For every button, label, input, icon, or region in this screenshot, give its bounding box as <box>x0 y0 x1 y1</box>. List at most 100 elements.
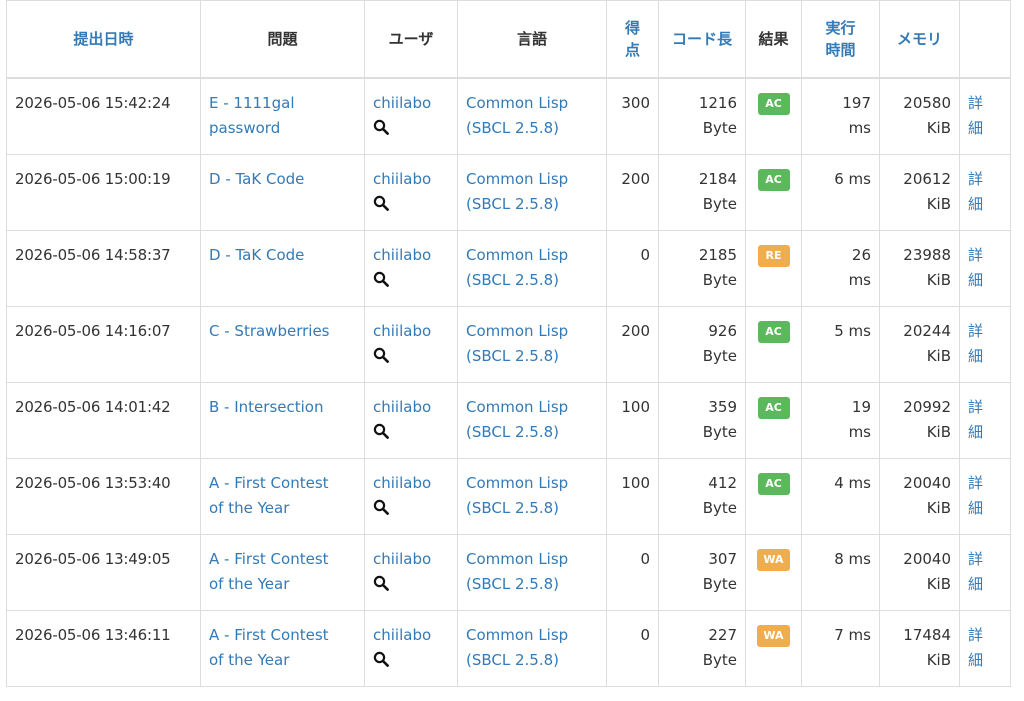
problem-link[interactable]: E - 1111gal password <box>209 94 294 137</box>
language-link-line-2: (SBCL 2.5.8) <box>466 270 560 289</box>
search-icon[interactable] <box>373 422 389 439</box>
user-link[interactable]: chiilabo <box>373 547 449 572</box>
submission-date: 2026-05-06 15:42:24 <box>6 77 201 155</box>
table-row: 2026-05-06 13:53:40 A - First Contest of … <box>6 457 1011 535</box>
score-cell: 0 <box>606 533 659 611</box>
user-link[interactable]: chiilabo <box>373 471 449 496</box>
problem-link[interactable]: A - First Contest of the Year <box>209 626 329 669</box>
problem-link[interactable]: D - TaK Code <box>209 246 304 264</box>
problem-link[interactable]: D - TaK Code <box>209 170 304 188</box>
exec-time-value: 5 ms <box>834 321 871 340</box>
submission-date: 2026-05-06 13:46:11 <box>6 609 201 687</box>
detail-link-line-1: 詳 <box>968 625 984 644</box>
detail-link[interactable]: 詳細 <box>968 243 986 293</box>
detail-link[interactable]: 詳細 <box>968 395 986 445</box>
user-link-text: chiilabo <box>373 625 432 644</box>
header-user-label: ユーザ <box>388 30 434 48</box>
detail-link-line-1: 詳 <box>968 94 984 112</box>
exec-time-cell: 8 ms <box>801 533 880 611</box>
code-length-unit: Byte <box>702 650 737 669</box>
score-text: 200 <box>621 169 650 188</box>
header-submitted-at[interactable]: 提出日時 <box>6 0 201 79</box>
language-link[interactable]: Common Lisp (SBCL 2.5.8) <box>466 94 568 137</box>
user-link[interactable]: chiilabo <box>373 91 449 116</box>
problem-link[interactable]: A - First Contest of the Year <box>209 550 329 593</box>
header-code-length[interactable]: コード長 <box>658 0 746 79</box>
language-link[interactable]: Common Lisp (SBCL 2.5.8) <box>466 170 568 213</box>
table-row: 2026-05-06 13:46:11 A - First Contest of … <box>6 609 1011 687</box>
language-link[interactable]: Common Lisp (SBCL 2.5.8) <box>466 626 568 669</box>
detail-link[interactable]: 詳細 <box>968 319 986 369</box>
detail-cell: 詳細 <box>959 533 1011 611</box>
detail-link[interactable]: 詳細 <box>968 167 986 217</box>
submission-date: 2026-05-06 13:49:05 <box>6 533 201 611</box>
problem-link[interactable]: A - First Contest of the Year <box>209 474 329 517</box>
detail-link-line-1: 詳 <box>968 169 984 188</box>
problem-link-line-1: A - First Contest <box>209 473 329 492</box>
detail-link[interactable]: 詳細 <box>968 471 986 521</box>
search-icon[interactable] <box>373 270 389 287</box>
code-length-cell: 2184 Byte <box>658 153 746 231</box>
search-icon[interactable] <box>373 194 389 211</box>
search-icon[interactable] <box>373 574 389 591</box>
score-cell: 100 <box>606 381 659 459</box>
detail-link[interactable]: 詳細 <box>968 623 986 673</box>
user-link[interactable]: chiilabo <box>373 319 449 344</box>
detail-link[interactable]: 詳細 <box>968 91 986 141</box>
problem-link[interactable]: B - Intersection <box>209 398 323 416</box>
problem-cell: A - First Contest of the Year <box>200 533 365 611</box>
user-cell: chiilabo <box>364 229 458 307</box>
language-link-line-1: Common Lisp <box>466 473 569 492</box>
language-link-line-2: (SBCL 2.5.8) <box>466 346 560 365</box>
exec-time-unit: ms <box>848 422 871 441</box>
problem-cell: A - First Contest of the Year <box>200 457 365 535</box>
header-exec-time-label-1: 実行 <box>825 19 856 37</box>
detail-link[interactable]: 詳細 <box>968 547 986 597</box>
detail-link-line-2: 細 <box>968 119 984 137</box>
search-icon[interactable] <box>373 346 389 363</box>
header-exec-time[interactable]: 実行 時間 <box>801 0 880 79</box>
header-submitted-at-label: 提出日時 <box>73 30 134 48</box>
language-link-line-1: Common Lisp <box>466 169 569 188</box>
status-badge: WA <box>757 548 790 571</box>
table-row: 2026-05-06 13:49:05 A - First Contest of … <box>6 533 1011 611</box>
search-icon[interactable] <box>373 118 389 135</box>
search-icon[interactable] <box>373 650 389 667</box>
user-link[interactable]: chiilabo <box>373 395 449 420</box>
user-link[interactable]: chiilabo <box>373 243 449 268</box>
memory-unit: KiB <box>926 574 951 593</box>
user-link[interactable]: chiilabo <box>373 623 449 648</box>
code-length-unit: Byte <box>702 346 737 365</box>
result-cell: WA <box>745 609 802 687</box>
result-cell: WA <box>745 533 802 611</box>
memory-value: 17484 <box>903 625 951 644</box>
language-link[interactable]: Common Lisp (SBCL 2.5.8) <box>466 398 568 441</box>
language-link[interactable]: Common Lisp (SBCL 2.5.8) <box>466 474 568 517</box>
header-result-label: 結果 <box>758 30 789 48</box>
score-text: 0 <box>640 549 650 568</box>
header-memory[interactable]: メモリ <box>879 0 960 79</box>
header-score[interactable]: 得点 <box>606 0 659 79</box>
memory-unit: KiB <box>926 194 951 213</box>
problem-link[interactable]: C - Strawberries <box>209 322 329 340</box>
header-detail <box>959 0 1011 79</box>
code-length-value: 1216 <box>698 94 737 112</box>
header-language: 言語 <box>457 0 607 79</box>
user-link[interactable]: chiilabo <box>373 167 449 192</box>
user-cell: chiilabo <box>364 305 458 383</box>
memory-unit: KiB <box>926 650 951 669</box>
problem-cell: A - First Contest of the Year <box>200 609 365 687</box>
memory-cell: 17484 KiB <box>879 609 960 687</box>
exec-time-value: 4 ms <box>834 473 871 492</box>
score-text: 0 <box>640 625 650 644</box>
user-cell: chiilabo <box>364 77 458 155</box>
table-body: 2026-05-06 15:42:24 E - 1111gal password … <box>6 77 1011 687</box>
status-badge: AC <box>757 396 790 419</box>
language-link[interactable]: Common Lisp (SBCL 2.5.8) <box>466 246 568 289</box>
language-link[interactable]: Common Lisp (SBCL 2.5.8) <box>466 322 568 365</box>
code-length-value: 359 <box>708 397 737 416</box>
exec-time-unit: ms <box>848 270 871 289</box>
search-icon[interactable] <box>373 498 389 515</box>
language-link[interactable]: Common Lisp (SBCL 2.5.8) <box>466 550 568 593</box>
exec-time-cell: 5 ms <box>801 305 880 383</box>
